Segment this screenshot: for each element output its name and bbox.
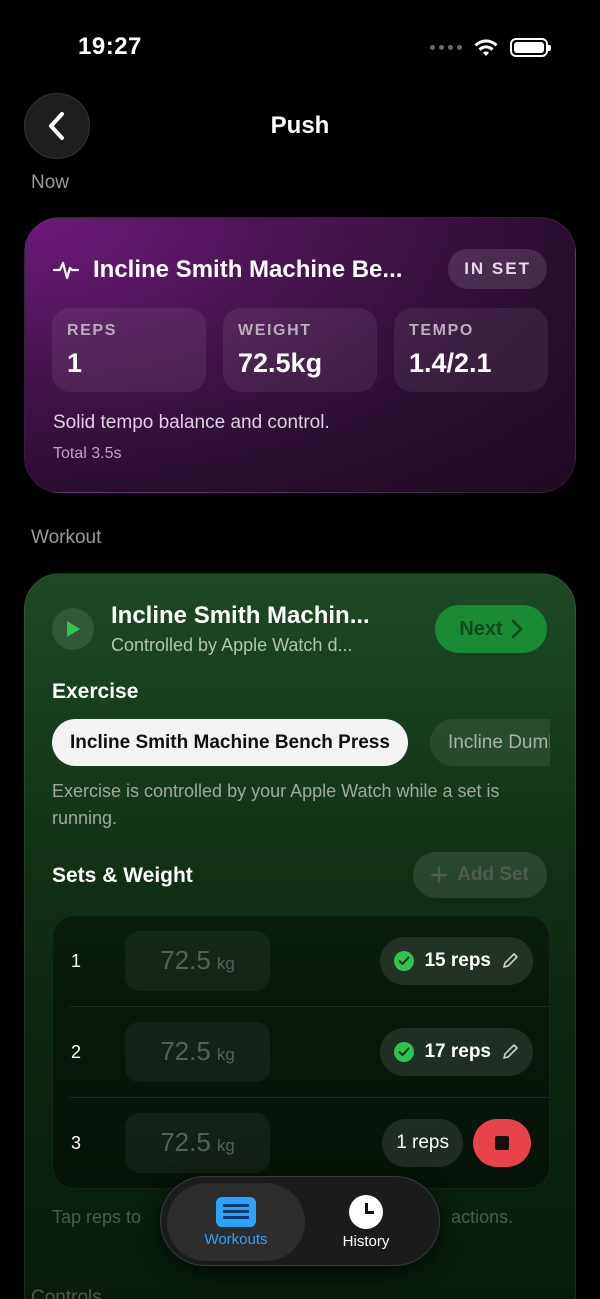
battery-icon [510, 38, 551, 57]
checkmark-icon [394, 951, 415, 971]
checkmark-icon [394, 1042, 415, 1062]
now-description: Solid tempo balance and control. [53, 412, 330, 433]
hint-end: actions. [451, 1207, 514, 1227]
metric-label: WEIGHT [238, 322, 312, 339]
heartbeat-icon [53, 261, 79, 280]
metric-reps: REPS 1 [52, 308, 206, 392]
status-icons [430, 38, 551, 57]
set-row: 2 72.5 kg 17 reps [53, 1007, 551, 1098]
metric-value: 1.4/2.1 [409, 348, 492, 378]
reps-label: 15 reps [424, 950, 491, 971]
tab-bar: Workouts History [160, 1176, 440, 1266]
set-row: 1 72.5 kg 15 reps [53, 916, 551, 1007]
weight-unit: kg [216, 1045, 235, 1064]
list-icon [216, 1196, 256, 1227]
weight-field[interactable]: 72.5 kg [125, 1022, 270, 1082]
play-icon [67, 621, 80, 637]
status-time: 19:27 [78, 33, 142, 60]
clock-icon [349, 1194, 383, 1229]
plus-icon [431, 867, 448, 883]
set-number: 2 [71, 1042, 82, 1062]
sets-heading: Sets & Weight [52, 864, 193, 887]
tab-history[interactable]: History [297, 1183, 435, 1261]
metric-label: TEMPO [409, 322, 474, 339]
tab-workouts[interactable]: Workouts [167, 1183, 305, 1261]
exercise-chip-selected[interactable]: Incline Smith Machine Bench Press [52, 719, 408, 766]
pencil-icon [503, 1044, 518, 1059]
stop-button[interactable] [473, 1119, 531, 1167]
metric-label: REPS [67, 322, 117, 339]
exercise-chip-container: Incline Dumbbell Press [430, 719, 550, 766]
stop-icon [495, 1136, 509, 1150]
metric-value: 72.5kg [238, 348, 323, 378]
tab-label: History [342, 1232, 390, 1250]
add-set-button[interactable]: Add Set [413, 852, 547, 898]
reps-button[interactable]: 1 reps [382, 1119, 463, 1167]
metric-value: 1 [67, 348, 83, 378]
page-title: Push [270, 112, 330, 139]
set-number: 3 [71, 1133, 82, 1153]
next-button[interactable]: Next [435, 605, 547, 653]
add-set-label: Add Set [457, 864, 529, 885]
now-card: Incline Smith Machine Be... IN SET REPS … [24, 217, 576, 493]
metric-tempo: TEMPO 1.4/2.1 [394, 308, 548, 392]
exercise-note: Exercise is controlled by your Apple Wat… [52, 781, 500, 828]
wifi-icon [474, 38, 498, 56]
cellular-signal-icon [430, 45, 462, 50]
reps-label: 17 reps [424, 1041, 491, 1062]
reps-button[interactable]: 17 reps [380, 1028, 533, 1076]
metric-weight: WEIGHT 72.5kg [223, 308, 377, 392]
hint-start: Tap reps to [52, 1207, 142, 1227]
chevron-right-icon [511, 619, 522, 639]
workout-title: Incline Smith Machin... [111, 602, 370, 629]
now-header: Incline Smith Machine Be... [53, 256, 402, 284]
sets-table: 1 72.5 kg 15 reps 2 72.5 kg 17 reps 3 72… [52, 915, 550, 1189]
weight-unit: kg [216, 1136, 235, 1155]
reps-button[interactable]: 15 reps [380, 937, 533, 985]
tab-label: Workouts [204, 1230, 268, 1248]
next-label: Next [459, 617, 503, 640]
now-total: Total 3.5s [53, 445, 122, 462]
controls-section-label: Controls [31, 1287, 102, 1299]
set-number: 1 [71, 951, 82, 971]
weight-value: 72.5 [160, 1036, 211, 1066]
weight-value: 72.5 [160, 945, 211, 975]
reps-label: 1 reps [396, 1132, 449, 1153]
exercise-chip[interactable]: Incline Dumbbell Press [430, 719, 550, 766]
weight-field[interactable]: 72.5 kg [125, 1113, 270, 1173]
pencil-icon [503, 953, 518, 968]
now-exercise-title: Incline Smith Machine Be... [93, 256, 403, 283]
weight-field[interactable]: 72.5 kg [125, 931, 270, 991]
status-badge: IN SET [448, 249, 547, 289]
now-section-label: Now [31, 172, 70, 193]
weight-unit: kg [216, 954, 235, 973]
workout-subtitle: Controlled by Apple Watch d... [111, 635, 353, 655]
play-button[interactable] [52, 608, 94, 650]
workout-section-label: Workout [31, 527, 102, 548]
exercise-heading: Exercise [52, 680, 139, 703]
weight-value: 72.5 [160, 1127, 211, 1157]
